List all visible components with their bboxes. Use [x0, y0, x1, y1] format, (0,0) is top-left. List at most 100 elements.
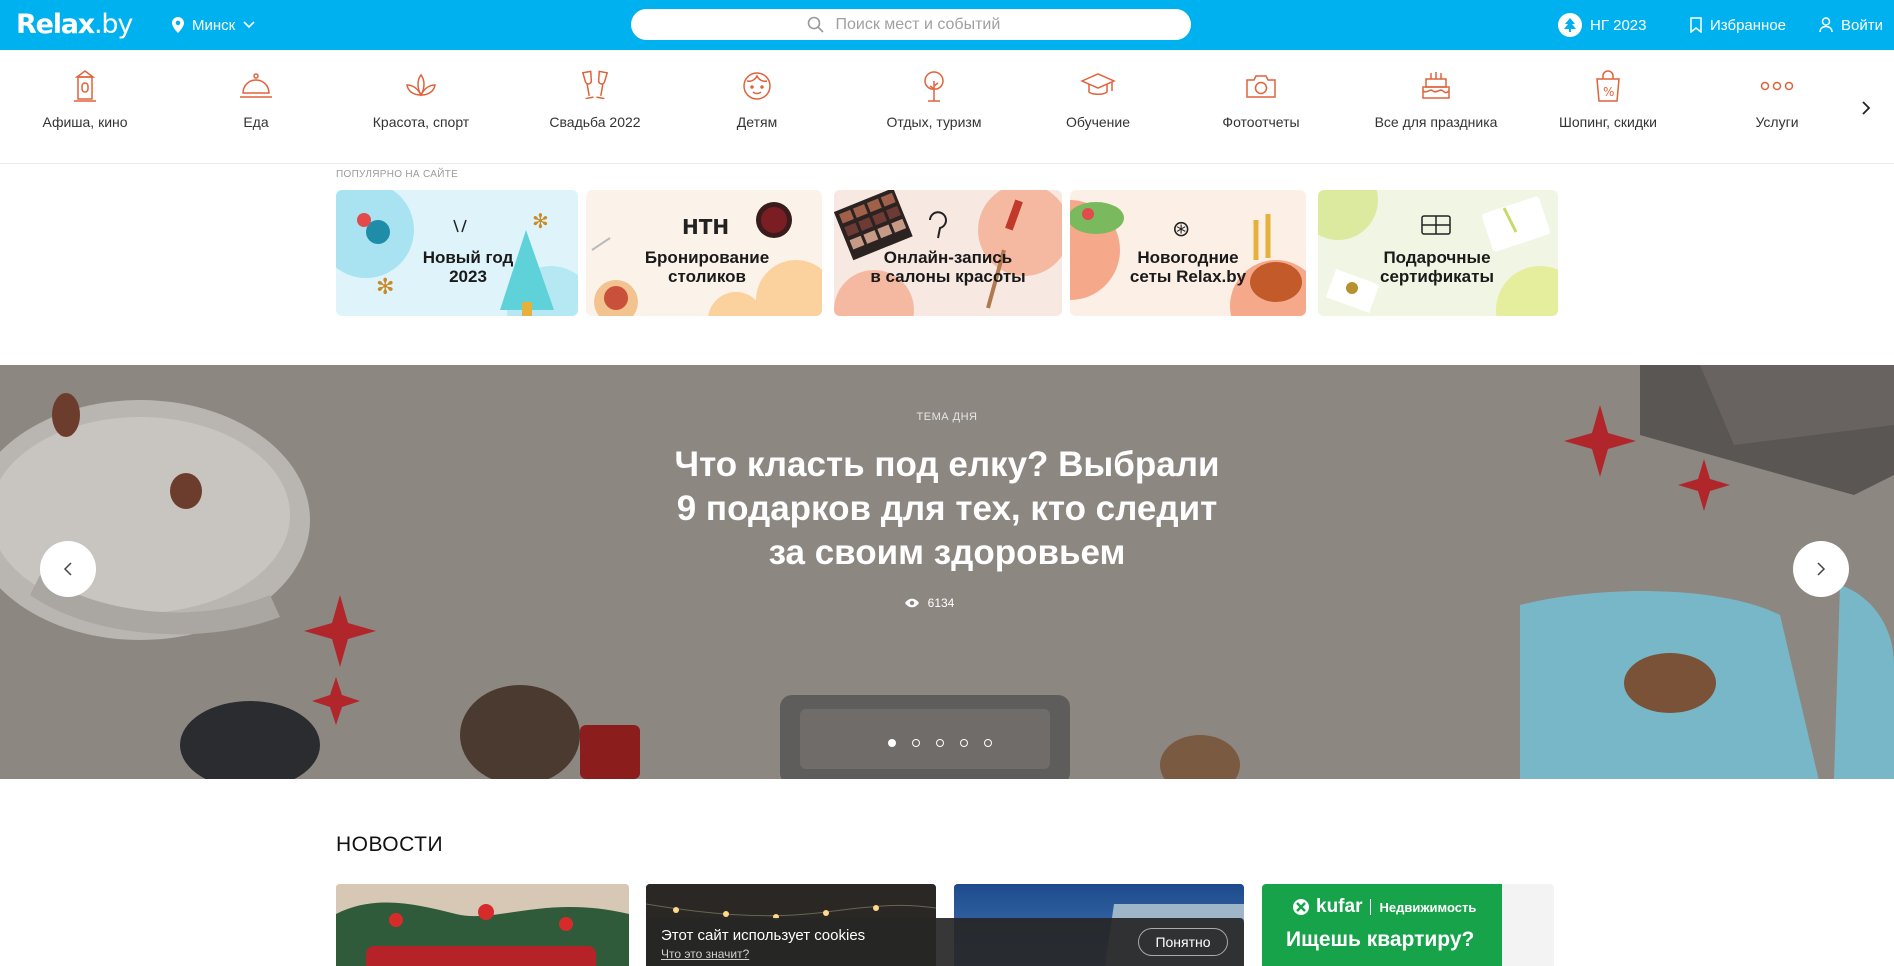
search-box[interactable]: [631, 9, 1191, 40]
more-dots-icon: [1760, 68, 1794, 104]
top-header: Relax.by Минск НГ 2023 Избранное Войти: [0, 0, 1894, 50]
category-label: Свадьба 2022: [549, 114, 641, 130]
cookie-accept-button[interactable]: Понятно: [1138, 928, 1228, 956]
hero-title[interactable]: Что класть под елку? Выбрали 9 подарков …: [660, 443, 1234, 575]
category-wedding[interactable]: Свадьба 2022: [536, 52, 654, 162]
tree-icon: [919, 68, 949, 104]
promo-title-line2: сертификаты: [1380, 267, 1494, 286]
search-icon: [807, 16, 824, 33]
hero-next-button[interactable]: [1793, 541, 1849, 597]
category-next-button[interactable]: [1845, 68, 1887, 148]
carousel-dot[interactable]: [936, 739, 944, 747]
cookie-text: Этот сайт использует cookies: [661, 927, 866, 944]
category-label: Обучение: [1065, 114, 1131, 130]
new-year-2023-button[interactable]: НГ 2023: [1558, 11, 1647, 39]
login-button[interactable]: Войти: [1819, 11, 1883, 39]
category-education[interactable]: Обучение: [1042, 52, 1154, 162]
category-label: Услуги: [1755, 114, 1799, 130]
svg-text:✻: ✻: [532, 209, 549, 233]
chevron-right-icon: [1817, 562, 1826, 576]
hero-carousel: ТЕМА ДНЯ Что класть под елку? Выбрали 9 …: [0, 365, 1894, 779]
bookmark-icon: [1690, 17, 1702, 33]
kufar-logo-icon: [1293, 899, 1309, 915]
new-year-label: НГ 2023: [1590, 16, 1647, 34]
category-label: Фотоотчеты: [1222, 114, 1300, 130]
category-label: Красота, спорт: [372, 114, 470, 130]
category-shopping[interactable]: % Шопинг, скидки: [1550, 52, 1666, 162]
lotus-icon: [403, 68, 439, 104]
carousel-dot[interactable]: [960, 739, 968, 747]
views-count: 6134: [927, 596, 955, 610]
theater-icon: [70, 68, 100, 104]
cookie-banner: Этот сайт использует cookies Что это зна…: [646, 918, 1244, 966]
graduation-cap-icon: [1080, 68, 1116, 104]
chevron-left-icon: [63, 562, 72, 576]
promo-table-booking[interactable]: HTH Бронирование столиков: [586, 190, 822, 316]
category-party[interactable]: Все для праздника: [1374, 52, 1498, 162]
category-label: Афиша, кино: [42, 114, 128, 130]
carousel-dots: [862, 739, 1018, 747]
category-afisha[interactable]: Афиша, кино: [28, 52, 142, 162]
favorites-button[interactable]: Избранное: [1690, 11, 1786, 39]
promo-title-line2: 2023: [449, 267, 487, 286]
promo-title-line1: Онлайн-запись: [883, 248, 1013, 267]
category-beauty-sport[interactable]: Красота, спорт: [364, 52, 478, 162]
chevron-right-icon: [1862, 101, 1871, 115]
site-logo[interactable]: Relax.by: [16, 6, 133, 44]
category-label: Еда: [243, 114, 269, 130]
favorites-label: Избранное: [1710, 16, 1787, 34]
carousel-dot[interactable]: [912, 739, 920, 747]
svg-text:HTH: HTH: [682, 215, 729, 239]
shopping-bag-icon: %: [1593, 68, 1623, 104]
promo-gift-certificates[interactable]: Подарочные сертификаты: [1318, 190, 1558, 316]
popular-section-label: ПОПУЛЯРНО НА САЙТЕ: [336, 169, 459, 180]
location-pin-icon: [172, 17, 184, 33]
category-label: Отдых, туризм: [886, 114, 982, 130]
cake-icon: [1420, 68, 1452, 104]
category-travel[interactable]: Отдых, туризм: [872, 52, 996, 162]
ad-brand: kufar: [1316, 896, 1363, 917]
cookie-info-link[interactable]: Что это значит?: [661, 947, 749, 961]
category-food[interactable]: Еда: [200, 52, 312, 162]
search-input[interactable]: [835, 15, 1016, 34]
svg-text:%: %: [1603, 85, 1614, 99]
ad-headline: Ищешь квартиру?: [1286, 928, 1475, 951]
news-image: [336, 884, 629, 966]
christmas-tree-icon: [1558, 13, 1582, 37]
category-label: Детям: [736, 114, 778, 130]
city-label: Минск: [192, 16, 236, 34]
promo-beauty-booking[interactable]: Онлайн-запись в салоны красоты: [834, 190, 1062, 316]
category-label: Все для праздника: [1374, 114, 1498, 130]
camera-icon: [1244, 68, 1278, 104]
promo-title-line1: Бронирование: [644, 248, 770, 267]
promo-title-line2: сеты Relax.by: [1129, 267, 1247, 286]
promo-new-year[interactable]: ✻ ✻ Новый год 2023: [336, 190, 578, 316]
city-selector[interactable]: Минск: [172, 12, 255, 38]
category-photo-reports[interactable]: Фотоотчеты: [1202, 52, 1320, 162]
eye-icon: [904, 598, 919, 608]
category-bar: Афиша, кино Еда Красота, спорт Свадьба 2…: [0, 52, 1894, 164]
news-section-title: НОВОСТИ: [336, 833, 444, 856]
svg-text:✻: ✻: [376, 275, 394, 300]
category-kids[interactable]: Детям: [688, 52, 826, 162]
chevron-down-icon: [243, 21, 255, 29]
promo-title-line1: Новогодние: [1137, 248, 1239, 267]
promo-title-line1: Новый год: [422, 248, 514, 267]
ad-category: Недвижимость: [1379, 899, 1477, 915]
promo-new-year-sets[interactable]: ⊛ Новогодние сеты Relax.by: [1070, 190, 1306, 316]
promo-title-line2: в салоны красоты: [870, 267, 1026, 286]
user-icon: [1819, 17, 1833, 33]
hero-prev-button[interactable]: [40, 541, 96, 597]
hero-kicker: ТЕМА ДНЯ: [916, 411, 978, 423]
champagne-glasses-icon: [578, 68, 612, 104]
news-card[interactable]: [336, 884, 629, 966]
carousel-dot[interactable]: [984, 739, 992, 747]
ad-divider: [1370, 899, 1372, 915]
category-services[interactable]: Услуги: [1734, 52, 1820, 162]
carousel-dot[interactable]: [888, 739, 896, 747]
cloche-icon: [239, 68, 273, 104]
kufar-ad-banner[interactable]: kufar Недвижимость Ищешь квартиру?: [1262, 884, 1554, 966]
promo-title-line1: Подарочные: [1383, 248, 1491, 267]
category-label: Шопинг, скидки: [1559, 114, 1657, 130]
page: Relax.by Минск НГ 2023 Избранное Войти: [0, 0, 1894, 966]
